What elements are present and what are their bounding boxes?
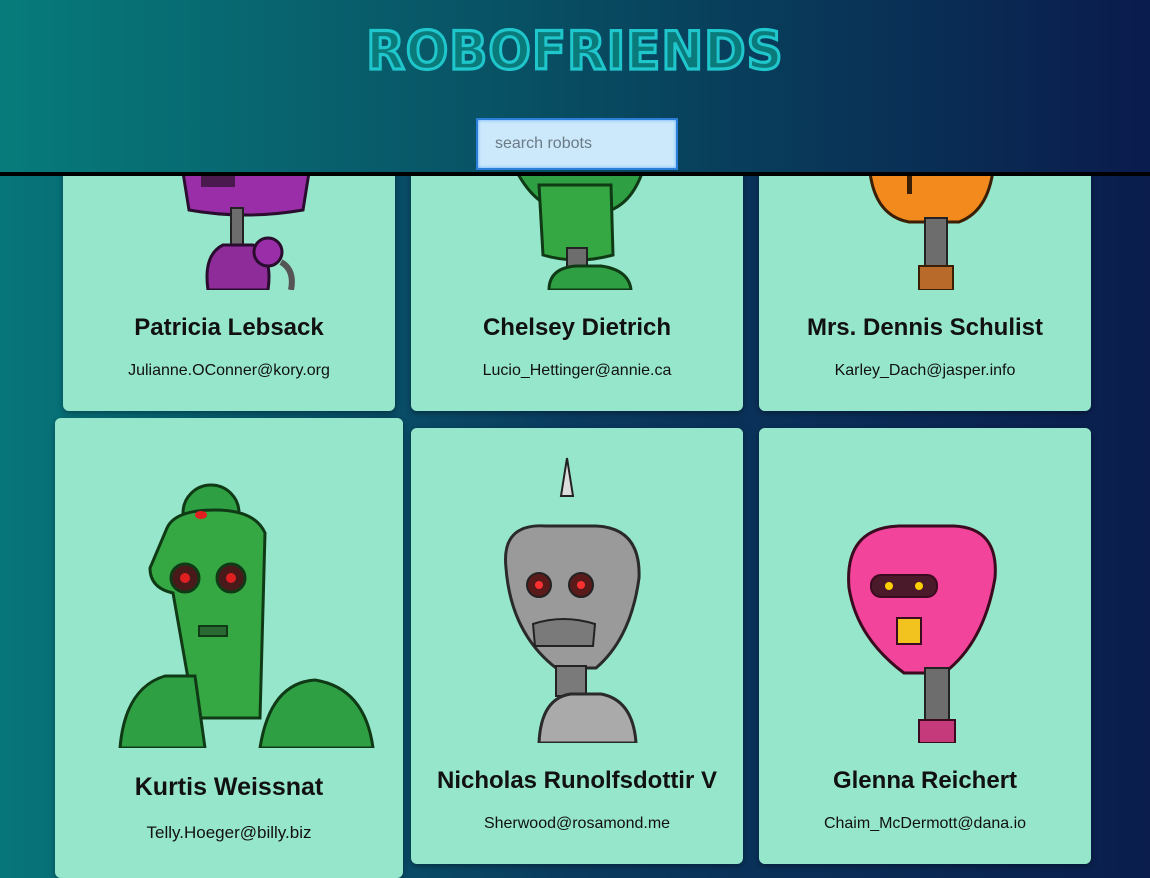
robot-email: Sherwood@rosamond.me [483,815,671,832]
robot-card: Glenna Reichert Chaim_McDermott@dana.io [759,428,1091,864]
app-header: ROBOFRIENDS [0,0,1150,176]
robot-avatar [759,428,1091,743]
robot-email: Lucio_Hettinger@annie.ca [482,362,672,379]
robot-email: Telly.Hoeger@billy.biz [146,823,312,842]
robot-email: Chaim_McDermott@dana.io [823,815,1027,832]
robot-avatar [55,418,403,748]
search-input[interactable] [476,118,678,170]
robot-card: Kurtis Weissnat Telly.Hoeger@billy.biz [55,418,403,878]
robot-email: Karley_Dach@jasper.info [834,362,1016,379]
robot-email: Julianne.OConner@kory.org [128,362,330,379]
robot-avatar [411,428,743,743]
robot-name: Mrs. Dennis Schulist [806,314,1044,341]
robot-name: Glenna Reichert [832,767,1018,794]
robot-name: Kurtis Weissnat [134,773,324,801]
robot-name: Chelsey Dietrich [482,314,672,341]
robot-name: Nicholas Runolfsdottir V [436,767,717,794]
robot-name: Patricia Lebsack [134,314,324,341]
app-title: ROBOFRIENDS [365,19,784,83]
robot-card: Nicholas Runolfsdottir V Sherwood@rosamo… [411,428,743,864]
